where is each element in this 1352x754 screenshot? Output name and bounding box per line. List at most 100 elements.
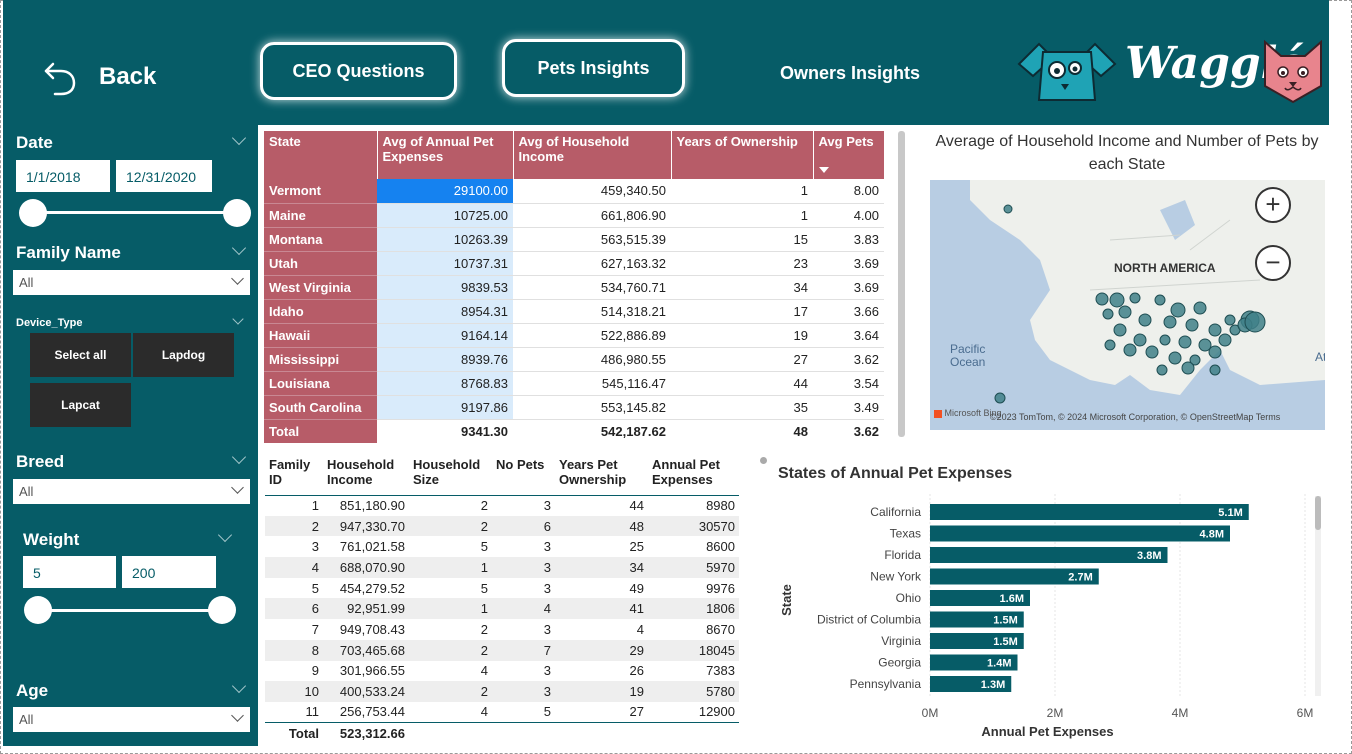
state-row[interactable]: Idaho 8954.31 514,318.21 17 3.66 bbox=[264, 299, 884, 324]
map-bubble[interactable] bbox=[1244, 311, 1266, 333]
state-row[interactable]: West Virginia 9839.53 534,760.71 34 3.69 bbox=[264, 275, 884, 300]
bar[interactable] bbox=[930, 525, 1230, 542]
device-type-collapse-chevron-icon[interactable] bbox=[232, 313, 244, 325]
map-bubble[interactable] bbox=[1109, 292, 1125, 308]
map-bubble[interactable] bbox=[1208, 345, 1222, 359]
weight-slider-min-handle[interactable] bbox=[24, 596, 52, 624]
map-bubble[interactable] bbox=[1154, 294, 1166, 306]
avg-expenses-cell[interactable]: 9839.53 bbox=[377, 275, 513, 300]
family-row[interactable]: 9 301,966.55 4 3 26 7383 bbox=[265, 660, 739, 682]
state-row[interactable]: Montana 10263.39 563,515.39 15 3.83 bbox=[264, 227, 884, 252]
map-bubble[interactable] bbox=[1102, 308, 1114, 320]
state-row[interactable]: Maine 10725.00 661,806.90 1 4.00 bbox=[264, 203, 884, 228]
zoom-out-button[interactable]: − bbox=[1255, 245, 1291, 281]
weight-slider-track[interactable] bbox=[38, 609, 222, 612]
ceo-questions-button[interactable]: CEO Questions bbox=[260, 42, 457, 100]
map-bubble[interactable] bbox=[1168, 351, 1182, 365]
map-visual[interactable]: NORTH AMERICA Pacific Ocean At + − Micro… bbox=[930, 180, 1325, 430]
date-slider-start-handle[interactable] bbox=[19, 199, 47, 227]
state-row[interactable]: Mississippi 8939.76 486,980.55 27 3.62 bbox=[264, 347, 884, 372]
map-bubble[interactable] bbox=[1208, 323, 1222, 337]
device-select-all-tile[interactable]: Select all bbox=[30, 333, 131, 377]
family-row[interactable]: 3 761,021.58 5 3 25 8600 bbox=[265, 536, 739, 558]
breed-dropdown[interactable]: All bbox=[13, 479, 250, 504]
breed-collapse-chevron-icon[interactable] bbox=[231, 449, 247, 465]
avg-expenses-cell[interactable]: 8939.76 bbox=[377, 347, 513, 372]
avg-expenses-cell[interactable]: 9164.14 bbox=[377, 323, 513, 348]
map-bubble[interactable] bbox=[994, 392, 1006, 404]
state-row[interactable]: Utah 10737.31 627,163.32 23 3.69 bbox=[264, 251, 884, 276]
col-header-state[interactable]: State bbox=[264, 131, 378, 179]
device-lapcat-tile[interactable]: Lapcat bbox=[30, 383, 131, 427]
bar[interactable] bbox=[930, 547, 1168, 563]
date-slider-end-handle[interactable] bbox=[223, 199, 251, 227]
avg-expenses-cell[interactable]: 10737.31 bbox=[377, 251, 513, 276]
date-slider-track[interactable] bbox=[33, 211, 237, 214]
col-header-avg-expenses[interactable]: Avg of Annual Pet Expenses bbox=[377, 131, 514, 179]
map-bubble[interactable] bbox=[1181, 361, 1195, 375]
family-row[interactable]: 6 92,951.99 1 4 41 1806 bbox=[265, 598, 739, 620]
family-row[interactable]: 1 851,180.90 2 3 44 8980 bbox=[265, 495, 739, 516]
age-collapse-chevron-icon[interactable] bbox=[231, 678, 247, 694]
map-bubble[interactable] bbox=[1163, 315, 1177, 329]
map-bubble[interactable] bbox=[1159, 334, 1171, 346]
map-bubble[interactable] bbox=[1118, 305, 1132, 319]
avg-expenses-cell[interactable]: 10725.00 bbox=[377, 203, 513, 228]
col-header-household-size[interactable]: Household Size bbox=[409, 455, 492, 496]
map-bubble[interactable] bbox=[1113, 323, 1127, 337]
bar[interactable] bbox=[930, 504, 1249, 520]
pets-insights-button[interactable]: Pets Insights bbox=[502, 39, 685, 97]
col-header-household-income[interactable]: Household Income bbox=[323, 455, 409, 496]
owners-insights-button[interactable]: Owners Insights bbox=[780, 63, 920, 84]
map-bubble[interactable] bbox=[1224, 314, 1236, 326]
bar-chart-scroll-thumb[interactable] bbox=[1315, 496, 1321, 530]
device-lapdog-tile[interactable]: Lapdog bbox=[133, 333, 234, 377]
map-bubble[interactable] bbox=[1138, 313, 1152, 327]
col-header-years[interactable]: Years of Ownership bbox=[671, 131, 814, 179]
avg-expenses-cell[interactable]: 8768.83 bbox=[377, 371, 513, 396]
state-table-scrollbar[interactable] bbox=[898, 131, 905, 437]
family-row[interactable]: 8 703,465.68 2 7 29 18045 bbox=[265, 639, 739, 661]
weight-collapse-chevron-icon[interactable] bbox=[217, 527, 233, 543]
map-bubble[interactable] bbox=[1218, 333, 1232, 347]
map-bubble[interactable] bbox=[1095, 292, 1109, 306]
family-name-dropdown[interactable]: All bbox=[13, 270, 250, 295]
age-dropdown[interactable]: All bbox=[13, 707, 250, 732]
family-row[interactable]: 11 256,753.44 4 5 27 12900 bbox=[265, 701, 739, 723]
col-header-annual-pet-expenses[interactable]: Annual Pet Expenses bbox=[648, 455, 739, 496]
col-header-avg-pets[interactable]: Avg Pets bbox=[813, 131, 885, 179]
state-row[interactable]: Louisiana 8768.83 545,116.47 44 3.54 bbox=[264, 371, 884, 396]
map-bubble[interactable] bbox=[1209, 364, 1221, 376]
date-start-input[interactable]: 1/1/2018 bbox=[16, 160, 110, 192]
family-row[interactable]: 10 400,533.24 2 3 19 5780 bbox=[265, 681, 739, 702]
col-header-avg-income[interactable]: Avg of Household Income bbox=[513, 131, 672, 179]
family-name-collapse-chevron-icon[interactable] bbox=[231, 240, 247, 256]
map-bubble[interactable] bbox=[1170, 302, 1186, 318]
weight-slider-max-handle[interactable] bbox=[208, 596, 236, 624]
weight-min-input[interactable]: 5 bbox=[23, 556, 116, 588]
map-bubble[interactable] bbox=[1193, 301, 1207, 315]
avg-expenses-cell[interactable]: 9197.86 bbox=[377, 395, 513, 420]
col-header-years-pet-ownership[interactable]: Years Pet Ownership bbox=[555, 455, 648, 496]
map-bubble[interactable] bbox=[1145, 345, 1159, 359]
family-table-scroll-indicator[interactable] bbox=[760, 457, 767, 464]
col-header-family-id[interactable]: Family ID bbox=[265, 455, 323, 496]
col-header-no-pets[interactable]: No Pets bbox=[492, 455, 555, 496]
map-bubble[interactable] bbox=[1123, 343, 1137, 357]
state-row[interactable]: Vermont 29100.00 459,340.50 1 8.00 bbox=[264, 179, 884, 204]
avg-expenses-cell[interactable]: 29100.00 bbox=[377, 179, 513, 204]
date-end-input[interactable]: 12/31/2020 bbox=[116, 160, 212, 192]
weight-max-input[interactable]: 200 bbox=[122, 556, 216, 588]
family-row[interactable]: 7 949,708.43 2 3 4 8670 bbox=[265, 619, 739, 640]
state-row[interactable]: Hawaii 9164.14 522,886.89 19 3.64 bbox=[264, 323, 884, 348]
map-bubble[interactable] bbox=[1104, 339, 1116, 351]
family-row[interactable]: 4 688,070.90 1 3 34 5970 bbox=[265, 557, 739, 578]
map-bubble[interactable] bbox=[1178, 335, 1192, 349]
map-bubble[interactable] bbox=[1156, 364, 1168, 376]
date-collapse-chevron-icon[interactable] bbox=[231, 130, 247, 146]
map-bubble[interactable] bbox=[1133, 333, 1147, 347]
zoom-in-button[interactable]: + bbox=[1255, 187, 1291, 223]
back-button[interactable]: Back bbox=[43, 58, 156, 96]
state-row[interactable]: South Carolina 9197.86 553,145.82 35 3.49 bbox=[264, 395, 884, 420]
family-row[interactable]: 5 454,279.52 5 3 49 9976 bbox=[265, 577, 739, 599]
